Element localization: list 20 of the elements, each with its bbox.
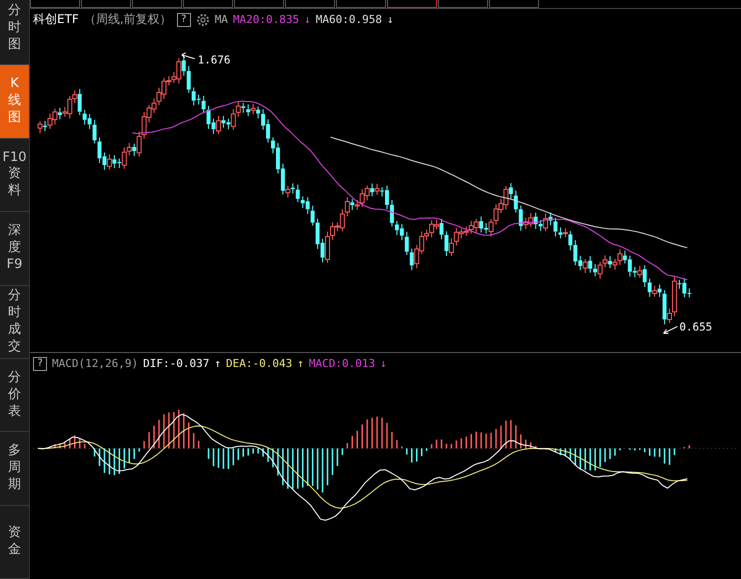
trend-arrow: ↓ xyxy=(304,13,311,26)
trend-arrow: ↓ xyxy=(380,357,387,370)
high-price-label: 1.676 xyxy=(198,54,230,67)
indicator-value: MA xyxy=(214,13,228,26)
indicator-value: MACD(12,26,9) xyxy=(52,357,138,370)
help-button[interactable]: ? xyxy=(33,356,48,371)
trend-arrow: ↑ xyxy=(214,357,221,370)
trend-arrow: ↑ xyxy=(297,357,304,370)
indicator-value: MACD:0.013 xyxy=(308,357,376,370)
sidebar-tab[interactable]: K 线 图 xyxy=(0,65,29,139)
period-label: （周线,前复权） xyxy=(84,11,172,28)
indicator-value: DEA:-0.043 xyxy=(226,357,292,370)
indicator-value: MA20:0.835 xyxy=(232,13,300,26)
low-price-label: 0.655 xyxy=(679,320,712,334)
help-button[interactable]: ? xyxy=(176,12,191,27)
indicator-value: MA60:0.958 xyxy=(316,13,382,26)
trend-arrow: ↓ xyxy=(387,13,394,26)
indicator-value: DIF:-0.037 xyxy=(143,357,210,370)
sidebar-tab[interactable]: 分 时 成 交 xyxy=(0,286,29,359)
security-name: 科创ETF xyxy=(33,11,79,28)
